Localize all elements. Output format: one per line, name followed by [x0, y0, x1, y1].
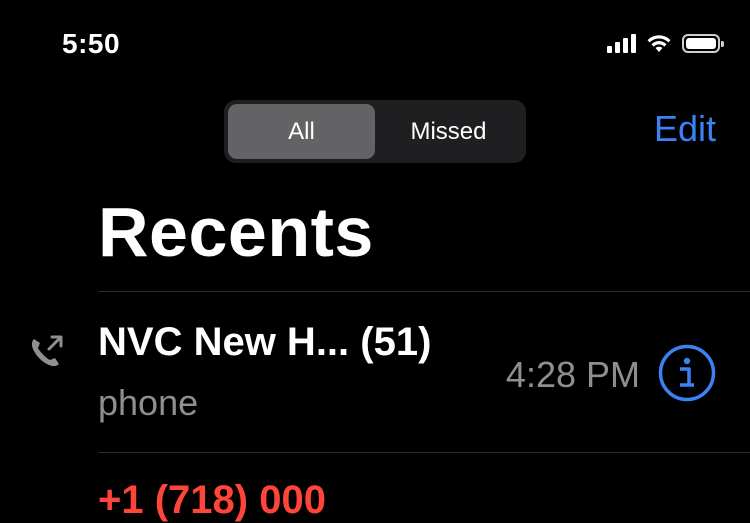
calls-filter-segmented-control: All Missed: [224, 100, 526, 163]
edit-button[interactable]: Edit: [654, 108, 716, 150]
next-call-name-partial: +1 (718) 000: [98, 478, 326, 522]
call-type-label: phone: [98, 382, 199, 423]
contact-name: NVC New H... (51): [98, 320, 432, 364]
recent-call-row[interactable]: NVC New H... (51) phone 4:28 PM: [0, 292, 750, 452]
call-time: 4:28 PM: [505, 354, 640, 395]
status-icons: [607, 33, 724, 53]
segment-all[interactable]: All: [228, 104, 375, 159]
info-icon[interactable]: [658, 344, 716, 402]
page-title: Recents: [98, 193, 374, 271]
battery-icon: [682, 33, 724, 53]
segment-missed[interactable]: Missed: [375, 104, 522, 159]
outgoing-call-icon: [31, 335, 63, 367]
status-time: 5:50: [62, 28, 121, 59]
wifi-icon: [647, 35, 671, 52]
divider: [98, 452, 750, 453]
cellular-signal-icon: [607, 33, 636, 53]
